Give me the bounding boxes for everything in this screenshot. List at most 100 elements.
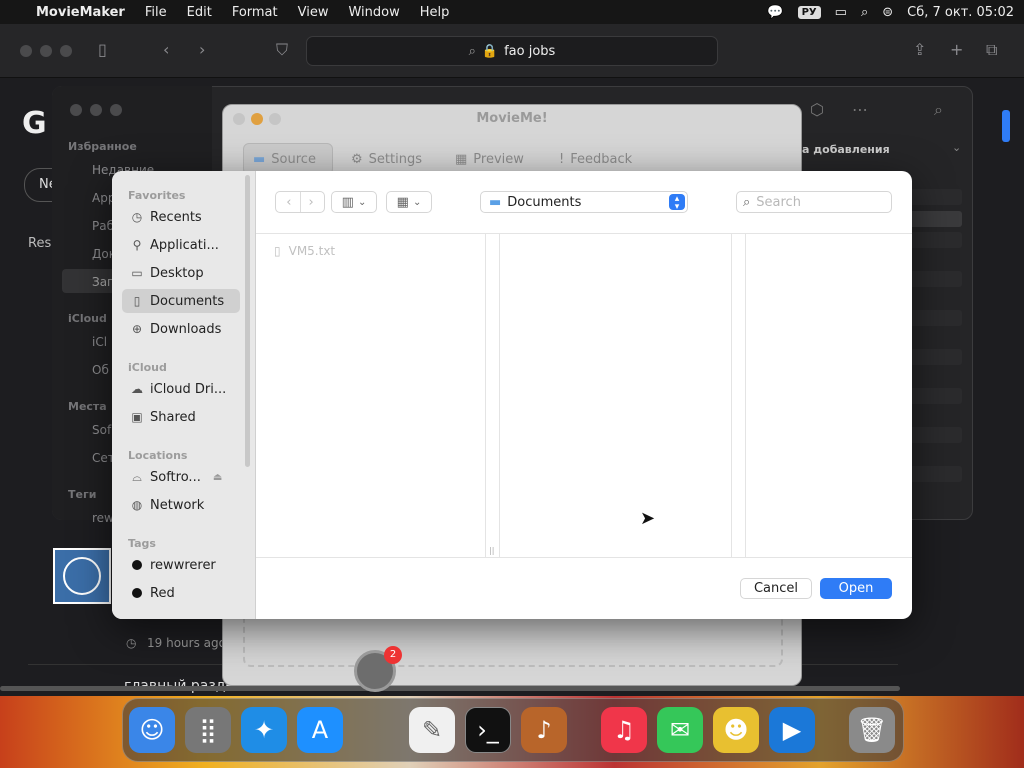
menu-window[interactable]: Window <box>338 5 409 20</box>
url-text: fao jobs <box>504 43 556 59</box>
page-accent-tab <box>1002 110 1010 142</box>
back-icon[interactable]: ‹ <box>163 40 169 59</box>
forward-icon[interactable]: › <box>309 195 314 210</box>
chevron-down-icon[interactable]: ⌄ <box>952 141 961 154</box>
film-icon: ▦ <box>455 151 468 167</box>
tag-dot-icon <box>132 560 142 570</box>
file-browser: ▯ VM5.txt || <box>256 233 912 558</box>
sidebar-item-tag-red[interactable]: Red <box>122 581 240 605</box>
sidebar-locations-head: Locations <box>128 449 188 462</box>
column-view-button[interactable]: ▥ ⌄ <box>331 191 377 213</box>
finder-sort-label[interactable]: а добавления <box>802 143 890 156</box>
new-search-button[interactable]: Ne <box>24 168 57 202</box>
finder-icon[interactable]: ☺ <box>129 707 175 753</box>
sidebar-item-tag[interactable]: rewwrerer <box>122 553 240 577</box>
feedback-icon: ! <box>559 151 565 167</box>
share-icon[interactable]: ⇪ <box>913 40 926 59</box>
search-field[interactable]: ⌕ Search <box>736 191 892 213</box>
menu-edit[interactable]: Edit <box>177 5 222 20</box>
menu-help[interactable]: Help <box>410 5 460 20</box>
close-traffic-light[interactable] <box>20 45 32 57</box>
tabs-overview-icon[interactable]: ⧉ <box>986 40 997 60</box>
app-store-icon[interactable]: A <box>297 707 343 753</box>
sidebar-scrollbar[interactable] <box>245 175 250 467</box>
finder-search-icon[interactable]: ⌕ <box>934 100 943 120</box>
back-icon[interactable]: ‹ <box>286 195 291 210</box>
textedit-icon[interactable]: ✎ <box>409 707 455 753</box>
menu-view[interactable]: View <box>288 5 339 20</box>
dock: ☺ ⣿ ✦ A ✎ ›_ ♪ ♫ ✉ ☻ ▶ 🗑 <box>122 698 904 762</box>
messages-icon[interactable]: ✉ <box>657 707 703 753</box>
finder-item[interactable]: Об <box>92 363 109 377</box>
menu-file[interactable]: File <box>135 5 177 20</box>
input-language[interactable]: РУ <box>797 5 821 19</box>
safari-icon[interactable]: ✦ <box>241 707 287 753</box>
control-center-icon[interactable]: ⊜ <box>882 5 893 20</box>
applications-icon: ⚲ <box>132 238 142 252</box>
sidebar-item-desktop[interactable]: ▭ Desktop <box>122 261 240 285</box>
sidebar-item-recents[interactable]: ◷ Recents <box>122 205 240 229</box>
spotlight-icon[interactable]: ⌕ <box>861 5 868 20</box>
mouse-cursor-icon: ➤ <box>640 508 656 529</box>
folder-icon: ▬ <box>253 151 266 167</box>
music-icon[interactable]: ♫ <box>601 707 647 753</box>
tag-dot-icon <box>132 588 142 598</box>
garageband-icon[interactable]: ♪ <box>521 707 567 753</box>
cancel-button[interactable]: Cancel <box>740 578 812 599</box>
sidebar-item-network[interactable]: ◍ Network <box>122 493 240 517</box>
feedback-assistant-icon[interactable]: ☻ <box>713 707 759 753</box>
app-menu[interactable]: MovieMaker <box>26 5 135 20</box>
address-bar[interactable]: ⌕ 🔒 fao jobs <box>306 36 718 66</box>
group-view-button[interactable]: ▦ ⌄ <box>386 191 432 213</box>
launchpad-icon[interactable]: ⣿ <box>185 707 231 753</box>
shared-folder-icon: ▣ <box>131 410 143 424</box>
dialog-sidebar: Favorites ◷ Recents ⚲ Applicati... ▭ Deskto… <box>112 171 256 619</box>
eject-icon[interactable]: ⏏ <box>213 472 222 483</box>
finder-item[interactable]: Sof <box>92 423 111 437</box>
sidebar-favorites-head: Favorites <box>128 189 186 202</box>
menu-format[interactable]: Format <box>222 5 288 20</box>
chevron-down-icon: ⌄ <box>357 196 367 208</box>
moviemaker-icon[interactable]: ▶ <box>769 707 815 753</box>
menu-bar: MovieMaker File Edit Format View Window … <box>0 0 1024 24</box>
nav-back-forward[interactable]: ‹ › <box>275 191 325 213</box>
site-logo: G <box>22 106 47 141</box>
more-icon[interactable]: ⋯ <box>852 100 868 119</box>
zoom-traffic-light[interactable] <box>60 45 72 57</box>
forward-icon[interactable]: › <box>199 40 205 59</box>
notification-badge: 2 <box>384 646 402 664</box>
clock[interactable]: Сб, 7 окт. 05:02 <box>907 5 1014 20</box>
tag-icon[interactable]: ⬡ <box>810 100 824 119</box>
minimize-traffic-light[interactable] <box>40 45 52 57</box>
sidebar-item-icloud-drive[interactable]: ☁ iCloud Dri... <box>122 377 240 401</box>
shield-icon[interactable]: ⛉ <box>276 40 288 60</box>
safari-toolbar: ▯ ‹ › ⛉ ⌕ 🔒 fao jobs ⇪ + ⧉ <box>0 24 1024 78</box>
sidebar-item-applications[interactable]: ⚲ Applicati... <box>122 233 240 257</box>
sidebar-item-shared[interactable]: ▣ Shared <box>122 405 240 429</box>
results-label: Res <box>28 236 52 251</box>
sidebar-item-downloads[interactable]: ⊕ Downloads <box>122 317 240 341</box>
sidebar-item-documents[interactable]: ▯ Documents <box>122 289 240 313</box>
open-button[interactable]: Open <box>820 578 892 599</box>
finder-item[interactable]: rew <box>92 511 114 525</box>
screen-mirroring-icon[interactable]: ▭ <box>835 5 847 20</box>
finder-item-selected[interactable]: Заг <box>92 275 113 289</box>
horizontal-scrollbar[interactable] <box>0 686 900 691</box>
search-icon: ⌕ <box>468 43 476 59</box>
terminal-icon[interactable]: ›_ <box>465 707 511 753</box>
finder-item[interactable]: iCl <box>92 335 107 349</box>
new-tab-icon[interactable]: + <box>950 40 963 59</box>
document-icon: ▯ <box>133 294 141 308</box>
path-popup[interactable]: ▬ Documents ▴ ▾ <box>480 191 688 213</box>
column-2 <box>499 234 732 557</box>
chat-bubble-icon[interactable]: 💬 <box>767 5 783 20</box>
trash-icon[interactable]: 🗑 <box>849 707 895 753</box>
column-resize-handle[interactable]: || <box>489 546 494 555</box>
drive-icon: ⌓ <box>132 469 142 484</box>
folder-icon: ▬ <box>489 194 502 210</box>
file-row[interactable]: ▯ VM5.txt <box>274 244 335 258</box>
download-icon: ⊕ <box>131 322 143 336</box>
sidebar-icon[interactable]: ▯ <box>98 40 107 59</box>
finder-item[interactable]: Раб <box>92 219 114 233</box>
sidebar-item-softro[interactable]: ⌓ Softro... ⏏ <box>122 465 240 489</box>
